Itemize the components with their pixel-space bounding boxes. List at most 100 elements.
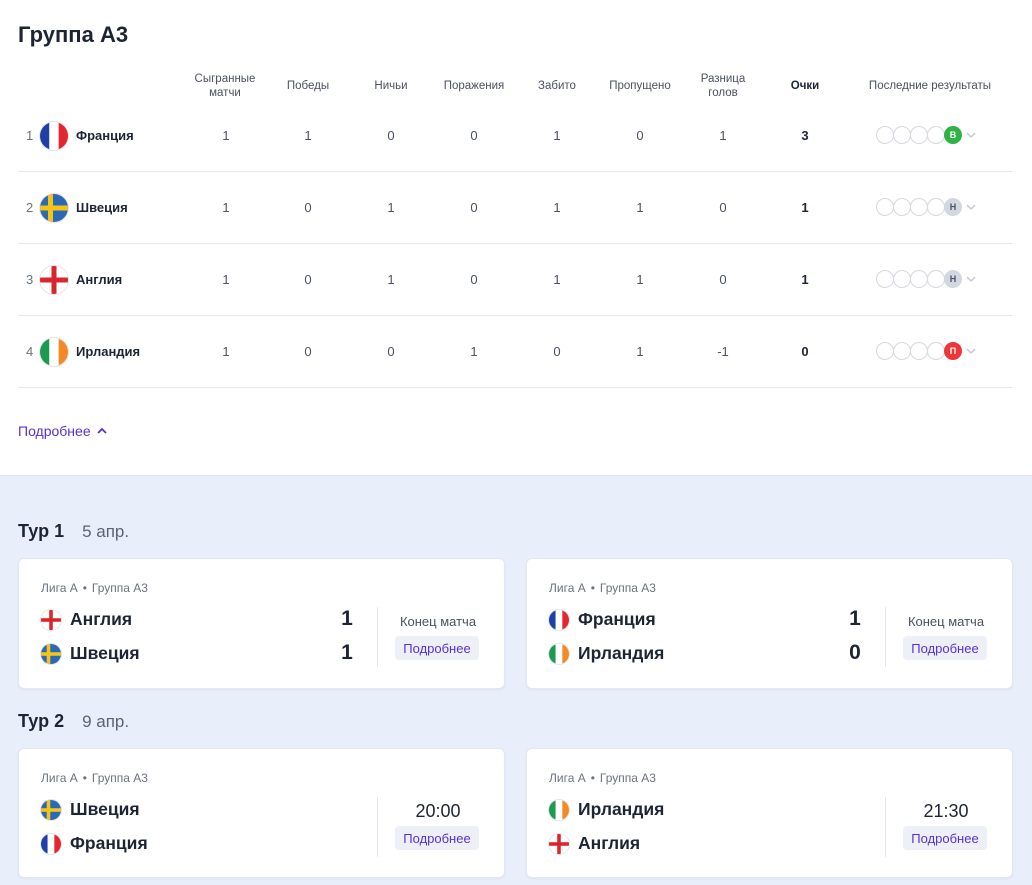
away-team: Ирландия	[549, 643, 664, 664]
table-row[interactable]: 2 Швеция 1 0 1 0 1 1 0 1 Н	[18, 172, 1012, 244]
cell-scored: 1	[553, 200, 561, 215]
header-conceded: Пропущено	[609, 80, 671, 92]
cell-conceded: 1	[636, 272, 644, 287]
empty-result-dot	[927, 126, 945, 144]
table-row[interactable]: 4 Ирландия 1 0 0 1 0 1 -1 0 П	[18, 316, 1012, 388]
row-position: 3	[26, 272, 34, 287]
match-status: Конец матча	[907, 614, 985, 629]
tour-header: Тур 2 9 апр.	[18, 711, 129, 732]
row-position: 1	[26, 128, 34, 143]
away-team-name: Ирландия	[578, 643, 665, 663]
match-league: Лига А • Группа A3	[549, 581, 656, 595]
cell-losses: 0	[470, 128, 478, 143]
cell-diff: 0	[719, 272, 727, 287]
chevron-down-icon[interactable]	[966, 202, 976, 212]
sweden-flag-icon	[40, 194, 68, 222]
away-score: 0	[849, 641, 861, 664]
empty-result-dot	[876, 270, 894, 288]
match-time: 20:00	[415, 801, 461, 821]
england-flag-icon	[41, 609, 61, 630]
last-results[interactable]: Н	[876, 270, 976, 288]
cell-conceded: 1	[636, 344, 644, 359]
team-name: Ирландия	[76, 344, 141, 359]
away-team: Англия	[549, 833, 640, 854]
empty-result-dot	[876, 126, 894, 144]
england-flag-icon	[40, 266, 68, 294]
group-title: Группа A3	[18, 22, 129, 47]
header-diff: Разница голов	[700, 73, 746, 99]
cell-losses: 0	[470, 200, 478, 215]
last-results[interactable]: В	[876, 126, 976, 144]
home-score: 1	[849, 607, 861, 630]
away-team: Швеция	[41, 643, 140, 664]
league-name: Лига А	[41, 771, 78, 785]
ireland-flag-icon	[40, 338, 68, 366]
match-card[interactable]: Лига А • Группа A3 Франция Ирландия 1 0 Ко…	[526, 558, 1013, 689]
match-league: Лига А • Группа A3	[41, 771, 148, 785]
empty-result-dot	[893, 126, 911, 144]
cell-scored: 1	[553, 128, 561, 143]
away-team-name: Швеция	[70, 643, 140, 663]
match-card[interactable]: Лига А • Группа A3 Англия Швеция 1 1 Конец…	[18, 558, 505, 689]
result-badge-loss: П	[944, 342, 962, 360]
empty-result-dot	[893, 342, 911, 360]
header-losses: Поражения	[443, 80, 505, 92]
sweden-flag-icon	[41, 799, 61, 820]
last-results[interactable]: Н	[876, 198, 976, 216]
away-team-name: Франция	[70, 833, 148, 853]
cell-played: 1	[222, 344, 230, 359]
match-details-button[interactable]: Подробнее	[395, 636, 479, 660]
chevron-up-icon	[96, 427, 107, 434]
cell-points: 3	[801, 128, 809, 143]
england-flag-icon	[549, 833, 569, 854]
table-row[interactable]: 3 Англия 1 0 1 0 1 1 0 1 Н	[18, 244, 1012, 316]
cell-draws: 0	[387, 344, 395, 359]
away-team: Франция	[41, 833, 148, 854]
cell-scored: 1	[553, 272, 561, 287]
france-flag-icon	[549, 609, 569, 630]
group-name: Группа A3	[91, 771, 148, 785]
header-played: Сыгранные матчи	[194, 73, 256, 99]
cell-conceded: 0	[636, 128, 644, 143]
empty-result-dot	[893, 198, 911, 216]
chevron-down-icon[interactable]	[966, 346, 976, 356]
empty-result-dot	[927, 270, 945, 288]
match-league: Лига А • Группа A3	[549, 771, 656, 785]
team-name: Швеция	[76, 200, 128, 215]
standings-section: Группа A3 Сыгранные матчи Победы Ничьи П…	[0, 0, 1032, 475]
match-league: Лига А • Группа A3	[41, 581, 148, 595]
empty-result-dot	[927, 342, 945, 360]
match-details-button[interactable]: Подробнее	[395, 826, 479, 850]
home-team: Франция	[549, 609, 656, 630]
cell-played: 1	[222, 128, 230, 143]
row-position: 2	[26, 200, 34, 215]
result-badge-draw: Н	[944, 270, 962, 288]
more-details-link[interactable]: Подробнее	[18, 423, 108, 439]
last-results[interactable]: П	[876, 342, 976, 360]
result-badge-win: В	[944, 126, 962, 144]
empty-result-dot	[893, 270, 911, 288]
cell-draws: 1	[387, 200, 395, 215]
empty-result-dot	[927, 198, 945, 216]
group-name: Группа A3	[599, 581, 656, 595]
team-name: Англия	[76, 272, 123, 287]
home-team: Ирландия	[549, 799, 664, 820]
table-row[interactable]: 1 Франция 1 1 0 0 1 0 1 3 В	[18, 100, 1012, 172]
cell-points: 0	[801, 344, 809, 359]
match-card[interactable]: Лига А • Группа A3 Швеция Франция 20:00 По…	[18, 748, 505, 878]
tour-name: Тур 1	[18, 521, 65, 541]
cell-losses: 0	[470, 272, 478, 287]
match-card[interactable]: Лига А • Группа A3 Ирландия Англия 21:30 П…	[526, 748, 1013, 878]
tour-name: Тур 2	[18, 711, 65, 731]
chevron-down-icon[interactable]	[966, 130, 976, 140]
cell-points: 1	[801, 200, 809, 215]
match-details-button[interactable]: Подробнее	[903, 636, 987, 660]
home-team-name: Англия	[70, 609, 133, 629]
cell-diff: 1	[719, 128, 727, 143]
ireland-flag-icon	[549, 799, 569, 820]
match-details-button[interactable]: Подробнее	[903, 826, 987, 850]
group-name: Группа A3	[91, 581, 148, 595]
chevron-down-icon[interactable]	[966, 274, 976, 284]
header-scored: Забито	[538, 80, 576, 92]
league-name: Лига А	[549, 771, 586, 785]
